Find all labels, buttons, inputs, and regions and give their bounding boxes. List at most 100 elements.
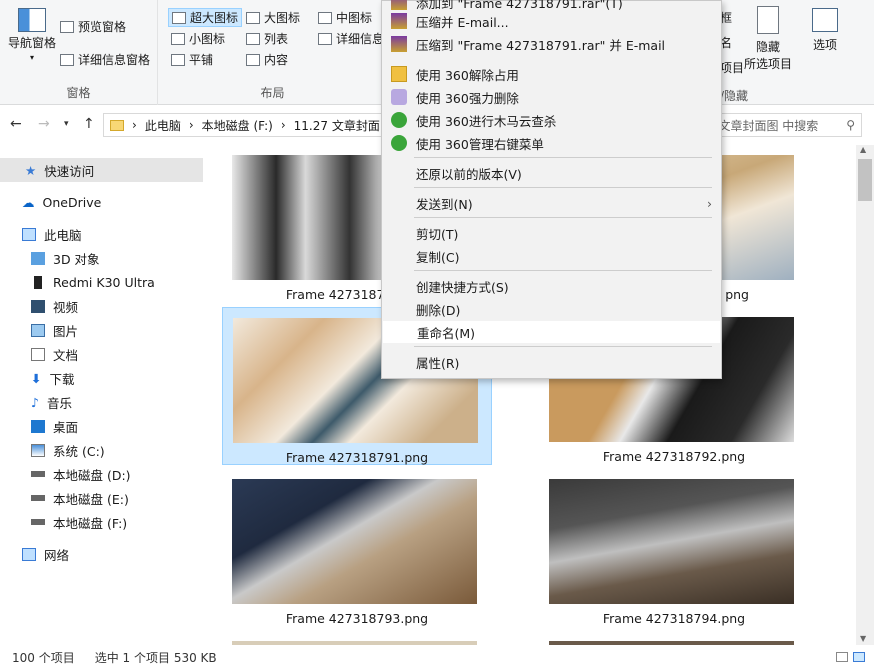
nav-label: 本地磁盘 (E:) bbox=[53, 491, 129, 507]
nav-item-documents[interactable]: 文档 bbox=[31, 342, 78, 366]
preview-pane-label: 预览窗格 bbox=[78, 20, 127, 34]
nav-item-music[interactable]: ♪ 音乐 bbox=[31, 390, 72, 414]
menu-label: 使用 360解除占用 bbox=[416, 67, 519, 83]
menu-label: 创建快捷方式(S) bbox=[416, 279, 509, 295]
360-shield-icon bbox=[391, 135, 407, 151]
thumbnail-typing-image bbox=[232, 479, 477, 604]
breadcrumb-item[interactable]: 本地磁盘 (F:) bbox=[202, 117, 273, 134]
up-icon[interactable]: ↑ bbox=[83, 116, 95, 132]
menu-item-restore-versions[interactable]: 还原以前的版本(V) bbox=[383, 162, 720, 184]
drive-icon bbox=[31, 519, 45, 525]
menu-item-send-to[interactable]: 发送到(N) › bbox=[383, 192, 720, 214]
hide-selected-button[interactable]: 隐藏 所选项目 bbox=[744, 6, 792, 72]
layout-label: 超大图标 bbox=[190, 11, 239, 25]
show-hide-group-label: /隐藏 bbox=[720, 89, 749, 103]
star-icon: ★ bbox=[25, 162, 37, 178]
menu-item-properties[interactable]: 属性(R) bbox=[383, 351, 720, 373]
file-tile[interactable]: Frame 427318794.png bbox=[539, 469, 809, 627]
menu-item-compress-email[interactable]: 压缩并 E-mail... bbox=[383, 10, 720, 32]
details-view-icon[interactable] bbox=[836, 652, 848, 662]
preview-pane-button[interactable]: 预览窗格 bbox=[60, 18, 126, 35]
search-input[interactable]: 7 文章封面图 中搜索 ⚲ bbox=[700, 113, 862, 137]
scroll-down-icon[interactable]: ▼ bbox=[860, 634, 866, 643]
nav-item-network[interactable]: 网络 bbox=[22, 542, 69, 566]
breadcrumb-separator: › bbox=[188, 118, 194, 132]
scroll-up-icon[interactable]: ▲ bbox=[860, 145, 866, 154]
options-button[interactable]: 选项 bbox=[812, 8, 838, 53]
shredder-icon bbox=[391, 89, 407, 105]
menu-item-delete[interactable]: 删除(D) bbox=[383, 298, 720, 320]
download-arrow-icon: ⬇ bbox=[31, 370, 42, 386]
selection-info: 选中 1 个项目 530 KB bbox=[94, 650, 217, 665]
nav-item-drive-d[interactable]: 本地磁盘 (D:) bbox=[31, 462, 131, 486]
layout-label: 内容 bbox=[264, 53, 289, 67]
nav-label: 网络 bbox=[44, 547, 70, 563]
menu-separator bbox=[414, 346, 712, 347]
menu-item-360-manage-menu[interactable]: 使用 360管理右键菜单 bbox=[383, 132, 720, 154]
large-icons-view-icon[interactable] bbox=[853, 652, 865, 662]
layout-content[interactable]: 内容 bbox=[246, 51, 288, 68]
layout-medium-icons[interactable]: 中图标 bbox=[318, 9, 372, 26]
address-box[interactable]: › 此电脑 › 本地磁盘 (F:) › 11.27 文章封面 bbox=[103, 113, 393, 137]
layout-extra-large-icons[interactable]: 超大图标 bbox=[168, 8, 243, 27]
nav-item-onedrive[interactable]: ☁ OneDrive bbox=[22, 190, 101, 214]
forward-icon[interactable]: → bbox=[38, 116, 50, 132]
breadcrumb-separator: › bbox=[280, 118, 286, 132]
menu-item-360-unlock[interactable]: 使用 360解除占用 bbox=[383, 63, 720, 85]
film-icon bbox=[31, 299, 45, 313]
nav-item-3d-objects[interactable]: 3D 对象 bbox=[31, 246, 100, 270]
nav-label: 系统 (C:) bbox=[53, 443, 105, 459]
menu-item-compress-to-rar-email[interactable]: 压缩到 "Frame 427318791.rar" 并 E-mail bbox=[383, 33, 720, 55]
layout-details[interactable]: 详细信息 bbox=[318, 30, 384, 47]
breadcrumb-item[interactable]: 此电脑 bbox=[145, 117, 181, 134]
nav-label: Redmi K30 Ultra bbox=[53, 274, 155, 290]
menu-label: 重命名(M) bbox=[417, 325, 476, 341]
nav-label: 快速访问 bbox=[44, 163, 95, 179]
menu-item-create-shortcut[interactable]: 创建快捷方式(S) bbox=[383, 275, 720, 297]
vertical-scrollbar[interactable]: ▲ ▼ bbox=[856, 145, 874, 645]
menu-item-360-trojan-scan[interactable]: 使用 360进行木马云查杀 bbox=[383, 109, 720, 131]
status-bar: 100 个项目 选中 1 个项目 530 KB bbox=[0, 645, 874, 669]
layout-list[interactable]: 列表 bbox=[246, 30, 288, 47]
details-pane-label: 详细信息窗格 bbox=[78, 53, 151, 67]
nav-pane-button[interactable]: 导航窗格 ▾ bbox=[8, 8, 56, 62]
menu-item-copy[interactable]: 复制(C) bbox=[383, 245, 720, 267]
menu-label: 压缩到 "Frame 427318791.rar" 并 E-mail bbox=[416, 37, 666, 53]
file-name: Frame 427318791.png bbox=[285, 450, 429, 465]
layout-tiles[interactable]: 平铺 bbox=[171, 51, 213, 68]
menu-label: 压缩并 E-mail... bbox=[416, 14, 509, 30]
menu-label: 剪切(T) bbox=[416, 226, 459, 242]
nav-item-downloads[interactable]: ⬇ 下载 bbox=[31, 366, 75, 390]
layout-small-icons[interactable]: 小图标 bbox=[171, 30, 225, 47]
chevron-down-icon[interactable]: ▾ bbox=[64, 119, 69, 129]
nav-item-drive-c[interactable]: 系统 (C:) bbox=[31, 438, 105, 462]
scrollbar-thumb[interactable] bbox=[858, 159, 872, 201]
nav-item-videos[interactable]: 视频 bbox=[31, 294, 78, 318]
nav-item-drive-f[interactable]: 本地磁盘 (F:) bbox=[31, 510, 127, 534]
music-note-icon: ♪ bbox=[31, 394, 39, 410]
menu-item-360-force-delete[interactable]: 使用 360强力删除 bbox=[383, 86, 720, 108]
layout-label: 详细信息 bbox=[336, 32, 385, 46]
nav-item-desktop[interactable]: 桌面 bbox=[31, 414, 78, 438]
file-tile[interactable]: Frame 427318793.png bbox=[222, 469, 492, 627]
large-icons-icon bbox=[246, 11, 260, 24]
nav-item-pictures[interactable]: 图片 bbox=[31, 318, 78, 342]
drive-icon bbox=[31, 471, 45, 477]
nav-item-this-pc[interactable]: 此电脑 bbox=[22, 222, 82, 246]
small-icons-icon bbox=[171, 32, 185, 45]
nav-item-drive-e[interactable]: 本地磁盘 (E:) bbox=[31, 486, 129, 510]
back-icon[interactable]: ← bbox=[10, 116, 22, 132]
layout-large-icons[interactable]: 大图标 bbox=[246, 9, 300, 26]
nav-label: 3D 对象 bbox=[53, 251, 100, 267]
menu-item-cut[interactable]: 剪切(T) bbox=[383, 222, 720, 244]
tiles-icon bbox=[171, 53, 185, 66]
breadcrumb-item[interactable]: 11.27 文章封面 bbox=[294, 117, 380, 134]
nav-item-quick-access[interactable]: ★ 快速访问 bbox=[0, 158, 203, 182]
nav-item-phone[interactable]: Redmi K30 Ultra bbox=[31, 270, 155, 294]
details-pane-button[interactable]: 详细信息窗格 bbox=[60, 51, 150, 68]
ribbon-partial-label[interactable]: 项目 bbox=[720, 59, 744, 76]
system-drive-icon bbox=[31, 443, 45, 457]
menu-item-rename[interactable]: 重命名(M) bbox=[383, 321, 720, 343]
nav-label: 本地磁盘 (D:) bbox=[53, 467, 131, 483]
content-icon bbox=[246, 53, 260, 66]
